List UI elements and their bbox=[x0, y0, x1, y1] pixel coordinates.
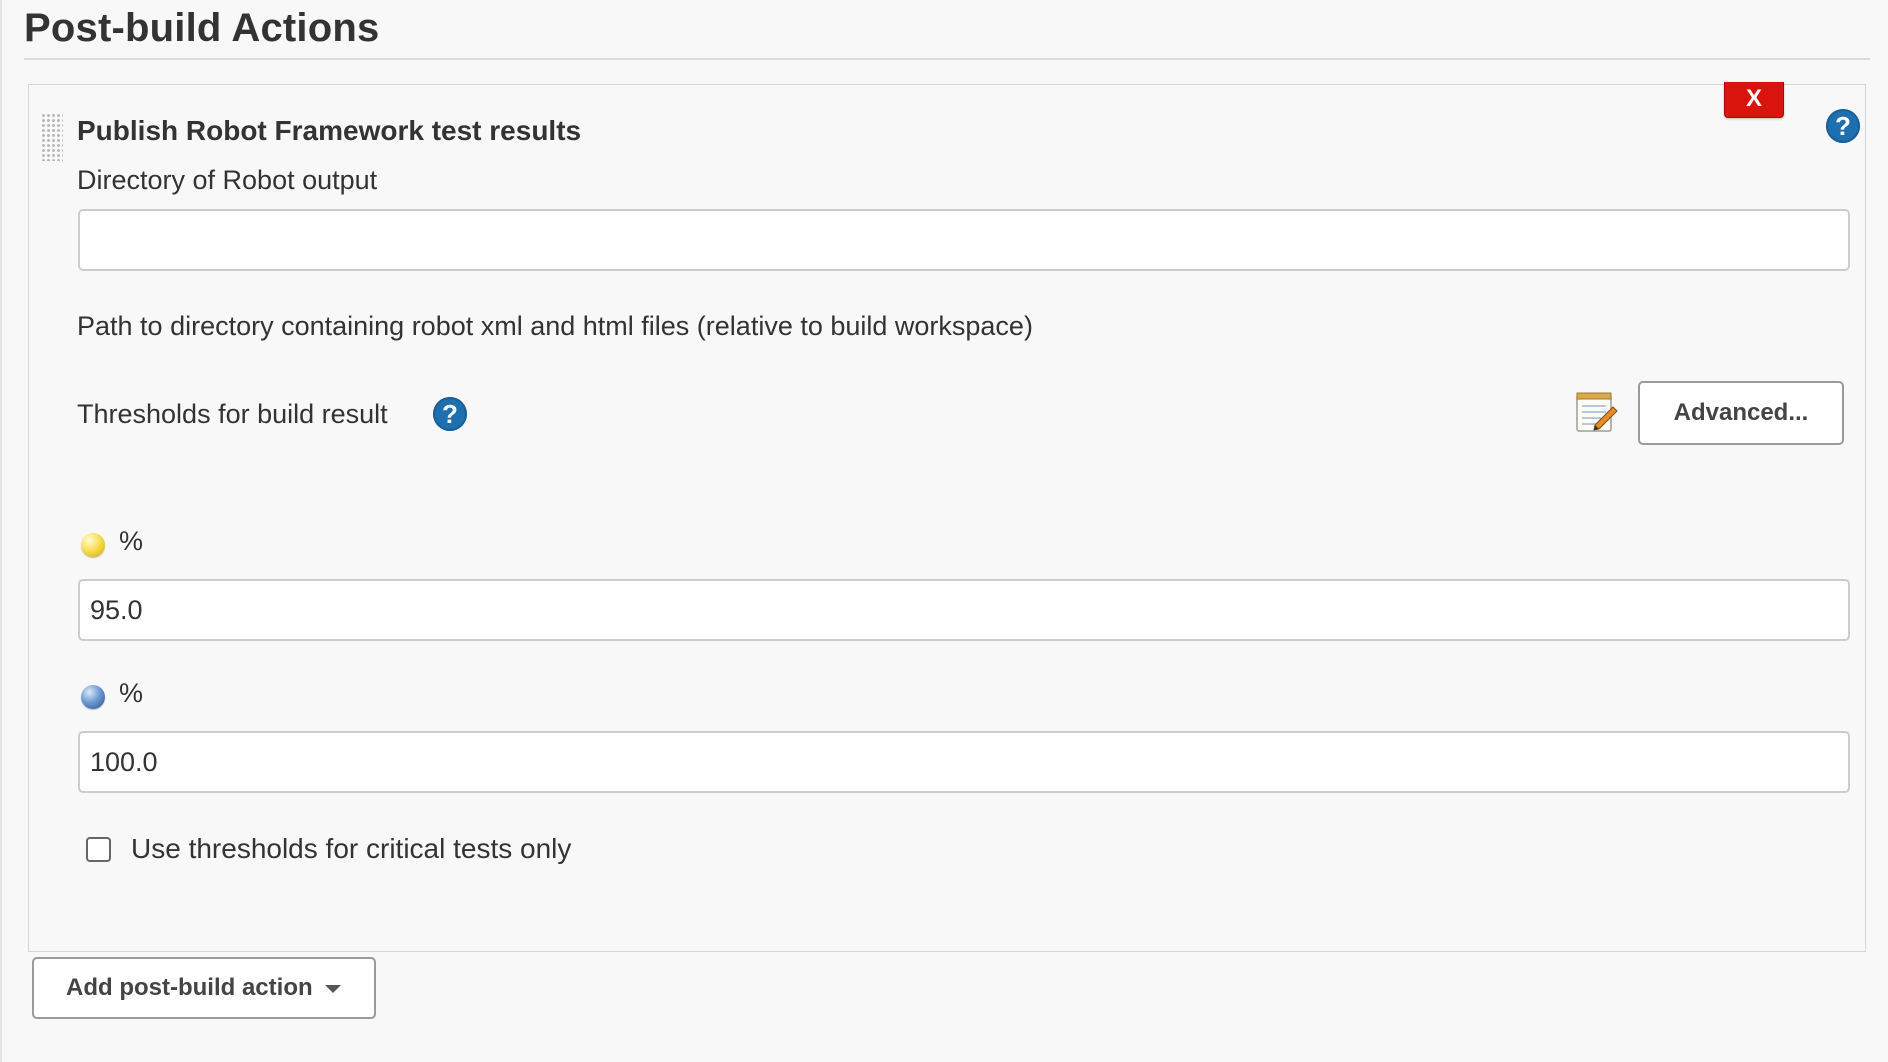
section-title: Post-build Actions bbox=[24, 6, 380, 50]
robot-publisher-block: Publish Robot Framework test results X ?… bbox=[28, 82, 1866, 952]
add-post-build-action-label: Add post-build action bbox=[66, 974, 313, 1001]
blue-ball-icon bbox=[81, 685, 105, 709]
unstable-threshold-input[interactable] bbox=[78, 579, 1850, 641]
help-icon[interactable]: ? bbox=[1826, 109, 1860, 143]
thresholds-help-icon[interactable]: ? bbox=[433, 397, 467, 431]
add-post-build-action-button[interactable]: Add post-build action bbox=[32, 957, 376, 1019]
post-build-actions-page: Post-build Actions Publish Robot Framewo… bbox=[0, 0, 1888, 1062]
advanced-button[interactable]: Advanced... bbox=[1638, 381, 1844, 445]
notepad-icon[interactable] bbox=[1573, 389, 1619, 435]
pass-threshold-input[interactable] bbox=[78, 731, 1850, 793]
caret-down-icon bbox=[324, 984, 341, 993]
critical-only-label[interactable]: Use thresholds for critical tests only bbox=[131, 833, 571, 865]
drag-handle-icon[interactable] bbox=[41, 113, 63, 161]
unstable-threshold-label: % bbox=[119, 526, 144, 556]
delete-action-button[interactable]: X bbox=[1724, 82, 1784, 118]
section-divider bbox=[24, 58, 1870, 60]
output-directory-label: Directory of Robot output bbox=[77, 165, 378, 195]
thresholds-label: Thresholds for build result bbox=[77, 399, 388, 429]
block-title: Publish Robot Framework test results bbox=[77, 115, 582, 146]
pass-threshold-label: % bbox=[119, 678, 144, 708]
output-directory-input[interactable] bbox=[78, 209, 1850, 271]
critical-only-checkbox[interactable] bbox=[86, 837, 111, 862]
output-directory-help-text: Path to directory containing robot xml a… bbox=[77, 311, 1033, 341]
yellow-ball-icon bbox=[81, 533, 105, 557]
